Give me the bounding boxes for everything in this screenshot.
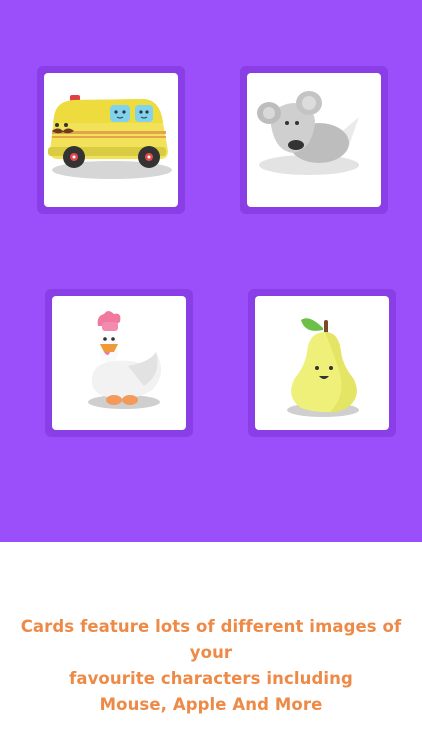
duck-character-icon — [88, 311, 162, 409]
card-bus[interactable] — [37, 66, 185, 214]
mouse-character-icon — [257, 91, 359, 175]
card-mouse[interactable] — [240, 66, 388, 214]
card-face — [255, 296, 389, 430]
card-duck[interactable] — [45, 289, 193, 437]
card-face — [247, 73, 381, 207]
card-face — [44, 73, 178, 207]
card-pear[interactable] — [248, 289, 396, 437]
pear-character-icon — [287, 318, 359, 417]
bus-character-icon — [48, 95, 172, 179]
card-face — [52, 296, 186, 430]
caption-line-2: favourite characters including — [69, 669, 353, 688]
caption-line-3: Mouse, Apple And More — [99, 695, 323, 714]
feature-caption: Cards feature lots of different images o… — [0, 614, 422, 718]
card-grid-area — [0, 0, 422, 542]
caption-line-1: Cards feature lots of different images o… — [20, 617, 402, 662]
